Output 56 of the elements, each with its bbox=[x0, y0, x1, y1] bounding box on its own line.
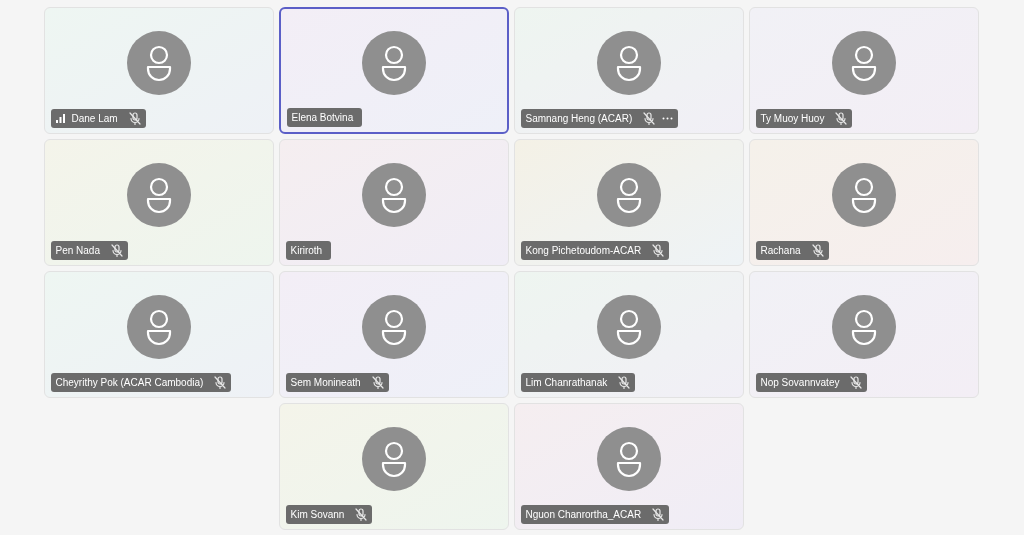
participant-name: Nop Sovannvatey bbox=[760, 376, 840, 390]
participant-name: Ty Muoy Huoy bbox=[760, 112, 825, 126]
avatar-icon bbox=[126, 162, 191, 227]
avatar-icon bbox=[831, 162, 896, 227]
avatar-icon bbox=[361, 426, 426, 491]
participant-name: Dane Lam bbox=[71, 112, 118, 126]
avatar-icon bbox=[831, 294, 896, 359]
participant-name: Kong Pichetoudom-ACAR bbox=[525, 244, 642, 258]
muted-microphone-icon bbox=[355, 508, 368, 521]
muted-microphone-icon bbox=[811, 244, 824, 257]
participant-tile[interactable]: Kim Sovann bbox=[278, 403, 509, 530]
participant-name: Kim Sovann bbox=[290, 508, 345, 522]
avatar-icon bbox=[361, 294, 426, 359]
participant-tile[interactable]: Kiriroth bbox=[278, 139, 509, 266]
avatar-icon bbox=[596, 426, 661, 491]
participant-tile[interactable]: Lim Chanrathanak bbox=[513, 271, 744, 398]
avatar-icon bbox=[361, 162, 426, 227]
participant-tile[interactable]: Nguon Chanrortha_ACAR bbox=[513, 403, 744, 530]
participant-name: Samnang Heng (ACAR) bbox=[525, 112, 633, 126]
participant-name: Nguon Chanrortha_ACAR bbox=[525, 508, 642, 522]
avatar-icon bbox=[831, 30, 896, 95]
participant-tile[interactable]: Cheyrithy Pok (ACAR Cambodia) bbox=[43, 271, 274, 398]
participant-tile[interactable]: Rachana bbox=[748, 139, 979, 266]
muted-microphone-icon bbox=[835, 112, 848, 125]
muted-microphone-icon bbox=[618, 376, 631, 389]
muted-microphone-icon bbox=[652, 244, 665, 257]
avatar-icon bbox=[361, 30, 426, 95]
signal-icon bbox=[55, 114, 65, 123]
participant-name: Sem Monineath bbox=[290, 376, 361, 390]
more-options-icon[interactable] bbox=[662, 117, 674, 120]
avatar-icon bbox=[596, 162, 661, 227]
avatar-icon bbox=[596, 30, 661, 95]
muted-microphone-icon bbox=[371, 376, 384, 389]
participant-tile[interactable]: Kong Pichetoudom-ACAR bbox=[513, 139, 744, 266]
muted-microphone-icon bbox=[111, 244, 123, 257]
participant-name: Elena Botvina bbox=[291, 111, 354, 125]
participant-tile[interactable]: Pen Nada bbox=[43, 139, 274, 266]
muted-microphone-icon bbox=[652, 508, 665, 521]
muted-microphone-icon bbox=[214, 376, 227, 389]
avatar-icon bbox=[126, 30, 191, 95]
participant-tile[interactable]: Nop Sovannvatey bbox=[748, 271, 979, 398]
muted-microphone-icon bbox=[643, 112, 656, 125]
muted-microphone-icon bbox=[128, 112, 141, 125]
participant-tile[interactable]: Sem Monineath bbox=[278, 271, 509, 398]
participant-name: Lim Chanrathanak bbox=[525, 376, 608, 390]
avatar-icon bbox=[596, 294, 661, 359]
participant-name: Cheyrithy Pok (ACAR Cambodia) bbox=[55, 376, 204, 390]
participant-tile[interactable]: Ty Muoy Huoy bbox=[748, 7, 979, 134]
avatar-icon bbox=[126, 294, 191, 359]
participant-tile[interactable]: Samnang Heng (ACAR) bbox=[513, 7, 744, 134]
participant-name: Kiriroth bbox=[290, 244, 323, 258]
participant-tile[interactable]: Dane Lam bbox=[43, 7, 274, 134]
muted-microphone-icon bbox=[850, 376, 863, 389]
participant-name: Pen Nada bbox=[55, 244, 100, 258]
participant-tile[interactable]: Elena Botvina bbox=[278, 7, 509, 134]
participant-name: Rachana bbox=[760, 244, 801, 258]
